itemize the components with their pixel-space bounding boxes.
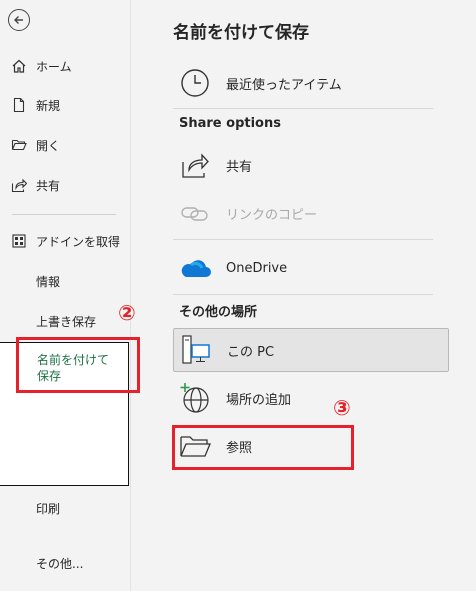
home-icon — [10, 57, 28, 75]
sidebar-item-get-add-ins[interactable]: アドインを取得 — [0, 227, 130, 255]
this-pc-option[interactable]: この PC — [173, 328, 449, 372]
copy-link-label: リンクのコピー — [226, 207, 318, 223]
section-divider — [173, 294, 433, 295]
sidebar-item-share[interactable]: 共有 — [0, 171, 130, 199]
onedrive-option[interactable]: OneDrive — [173, 248, 449, 288]
other-locations-header: その他の場所 — [179, 305, 258, 320]
sidebar-item-label: 情報 — [36, 274, 61, 289]
share-option[interactable]: 共有 — [173, 145, 449, 185]
link-icon — [178, 196, 212, 230]
sidebar-separator — [12, 214, 116, 215]
share-arrow-icon — [178, 148, 212, 182]
sidebar-item-label: 開く — [36, 138, 61, 153]
onedrive-label: OneDrive — [226, 260, 288, 276]
share-label: 共有 — [226, 159, 253, 175]
sidebar-item-save[interactable]: 上書き保存 — [0, 307, 130, 335]
sidebar-item-open[interactable]: 開く — [0, 131, 130, 159]
sidebar-item-label: 印刷 — [36, 501, 61, 516]
recent-items-option[interactable]: 最近使ったアイテム — [173, 63, 449, 103]
sidebar-item-label: 共有 — [36, 178, 61, 193]
this-pc-label: この PC — [227, 344, 275, 360]
sidebar-item-label: ホーム — [36, 59, 72, 74]
new-document-icon — [10, 96, 28, 114]
add-place-label: 場所の追加 — [226, 392, 292, 408]
sidebar-item-new[interactable]: 新規 — [0, 91, 130, 119]
step2-marker: ② — [118, 301, 136, 325]
sidebar-item-home[interactable]: ホーム — [0, 52, 130, 80]
add-place-option[interactable]: 場所の追加 — [173, 378, 449, 418]
back-button[interactable] — [8, 9, 30, 31]
sidebar-item-label: 新規 — [36, 98, 61, 113]
globe-add-icon — [178, 381, 212, 415]
pc-icon — [179, 333, 213, 367]
copy-link-option: リンクのコピー — [173, 193, 449, 233]
clock-icon — [178, 66, 212, 100]
sidebar-item-label: 上書き保存 — [36, 314, 97, 329]
share-icon — [10, 176, 28, 194]
section-divider — [173, 239, 433, 240]
highlight-box-step2 — [16, 337, 140, 393]
step3-marker: ③ — [333, 396, 351, 420]
sidebar-item-info[interactable]: 情報 — [0, 267, 130, 295]
recent-items-label: 最近使ったアイテム — [226, 77, 342, 93]
section-divider — [173, 108, 433, 109]
highlight-box-step3 — [172, 425, 354, 470]
sidebar-item-more[interactable]: その他... — [0, 549, 130, 577]
sidebar-divider — [130, 0, 131, 591]
share-options-header: Share options — [179, 116, 281, 131]
page-title: 名前を付けて保存 — [173, 23, 309, 43]
back-arrow-icon — [14, 16, 23, 24]
onedrive-cloud-icon — [178, 251, 212, 285]
add-ins-grid-icon — [10, 232, 28, 250]
sidebar-item-label: その他... — [36, 556, 84, 571]
sidebar-item-print[interactable]: 印刷 — [0, 494, 130, 522]
sidebar-item-label: アドインを取得 — [36, 234, 121, 249]
open-folder-icon — [10, 136, 28, 154]
